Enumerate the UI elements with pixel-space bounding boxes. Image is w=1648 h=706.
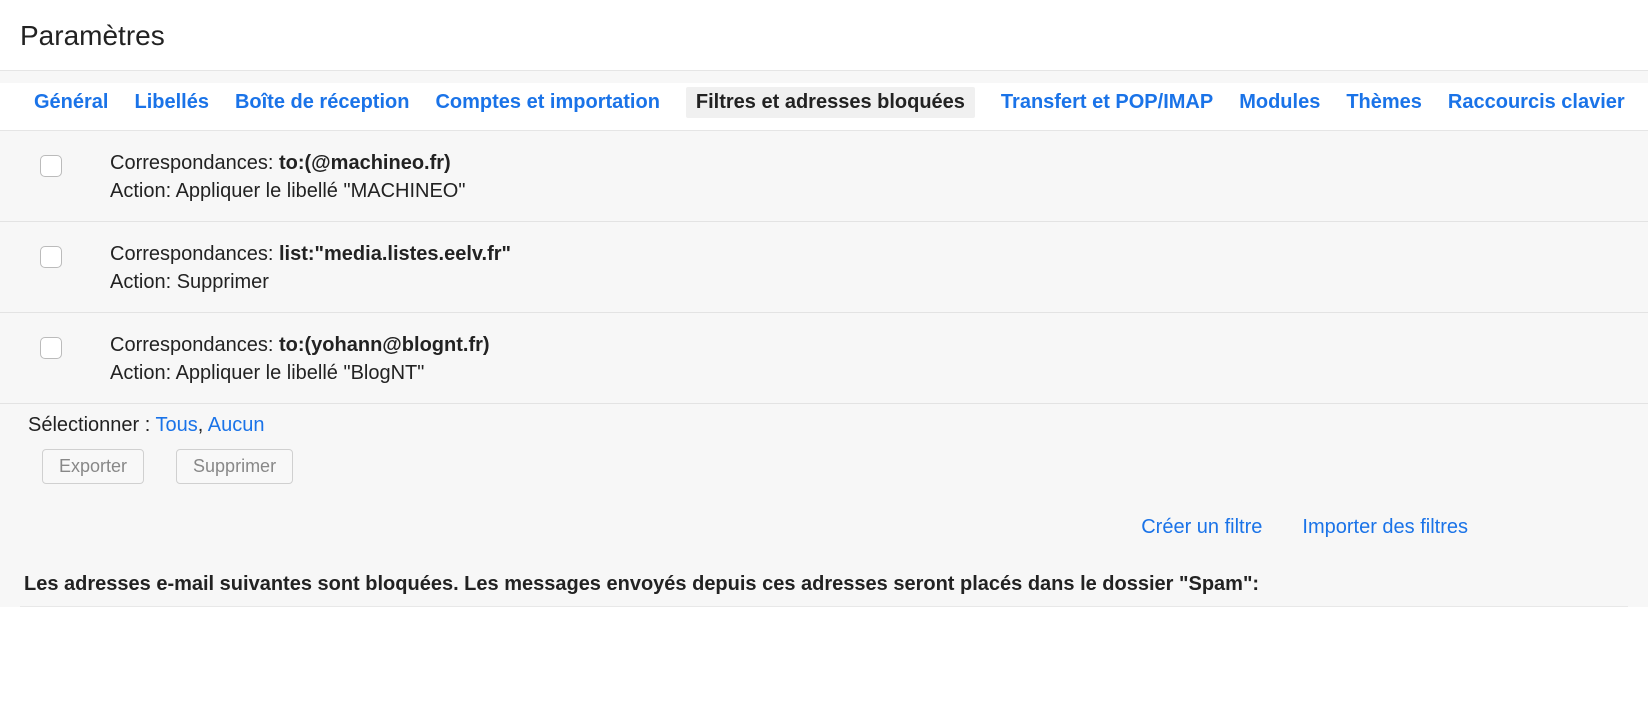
select-label: Sélectionner :: [28, 414, 156, 436]
create-filter-link[interactable]: Créer un filtre: [1141, 516, 1262, 539]
filter-row: Correspondances: to:(@machineo.fr) Actio…: [0, 131, 1648, 222]
tab-inbox[interactable]: Boîte de réception: [235, 87, 409, 118]
filter-row: Correspondances: to:(yohann@blognt.fr) A…: [0, 313, 1648, 404]
bulk-action-buttons: Exporter Supprimer: [0, 443, 1648, 496]
filter-checkbox[interactable]: [40, 155, 62, 177]
tab-labels[interactable]: Libellés: [134, 87, 208, 118]
select-all-link[interactable]: Tous: [156, 414, 198, 436]
export-button[interactable]: Exporter: [42, 449, 144, 484]
filter-match-label: Correspondances:: [110, 152, 279, 174]
settings-tabs: Général Libellés Boîte de réception Comp…: [0, 83, 1648, 131]
filter-action: Action: Supprimer: [110, 268, 511, 296]
filter-checkbox[interactable]: [40, 337, 62, 359]
tab-themes[interactable]: Thèmes: [1346, 87, 1422, 118]
filter-match-value: to:(yohann@blognt.fr): [279, 334, 490, 356]
divider: [20, 606, 1628, 607]
filter-action: Action: Appliquer le libellé "MACHINEO": [110, 177, 465, 205]
blocked-addresses-heading: Les adresses e-mail suivantes sont bloqu…: [0, 559, 1648, 606]
select-none-link[interactable]: Aucun: [208, 414, 265, 436]
filter-checkbox[interactable]: [40, 246, 62, 268]
tab-addons[interactable]: Modules: [1239, 87, 1320, 118]
filter-description: Correspondances: to:(@machineo.fr) Actio…: [110, 149, 465, 205]
filter-description: Correspondances: to:(yohann@blognt.fr) A…: [110, 331, 490, 387]
page-title: Paramètres: [0, 0, 1648, 70]
tab-forwarding-pop-imap[interactable]: Transfert et POP/IMAP: [1001, 87, 1213, 118]
filter-match-value: to:(@machineo.fr): [279, 152, 451, 174]
settings-content: Général Libellés Boîte de réception Comp…: [0, 70, 1648, 607]
select-row: Sélectionner : Tous, Aucun: [0, 404, 1648, 443]
tab-accounts-import[interactable]: Comptes et importation: [435, 87, 659, 118]
filter-description: Correspondances: list:"media.listes.eelv…: [110, 240, 511, 296]
filter-action: Action: Appliquer le libellé "BlogNT": [110, 359, 490, 387]
delete-button[interactable]: Supprimer: [176, 449, 293, 484]
filters-list: Correspondances: to:(@machineo.fr) Actio…: [0, 131, 1648, 404]
tab-filters-blocked[interactable]: Filtres et adresses bloquées: [686, 87, 975, 118]
filter-action-links: Créer un filtre Importer des filtres: [0, 496, 1648, 559]
import-filters-link[interactable]: Importer des filtres: [1302, 516, 1468, 539]
tab-general[interactable]: Général: [34, 87, 108, 118]
tab-keyboard-shortcuts[interactable]: Raccourcis clavier: [1448, 87, 1625, 118]
select-separator: ,: [198, 414, 208, 436]
filter-row: Correspondances: list:"media.listes.eelv…: [0, 222, 1648, 313]
filter-match-label: Correspondances:: [110, 334, 279, 356]
filter-match-value: list:"media.listes.eelv.fr": [279, 243, 511, 265]
filter-match-label: Correspondances:: [110, 243, 279, 265]
